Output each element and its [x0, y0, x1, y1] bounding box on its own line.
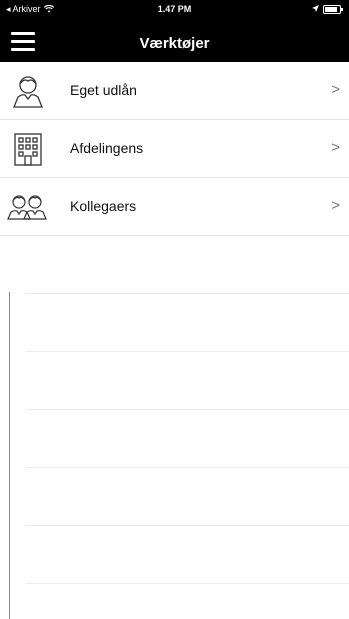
empty-row: [26, 526, 349, 584]
item-label: Eget udlån: [70, 82, 137, 98]
empty-row: [26, 410, 349, 468]
people-icon: [6, 189, 48, 225]
empty-row: [26, 236, 349, 294]
list-item-kollegaers[interactable]: Kollegaers >: [0, 178, 349, 236]
item-label: Afdelingens: [70, 140, 144, 156]
empty-row: [26, 468, 349, 526]
empty-row: [26, 294, 349, 352]
chevron-right-icon: >: [331, 139, 340, 156]
navigation-bar: Værktøjer: [0, 20, 349, 62]
battery-icon: [323, 4, 343, 14]
building-icon: [10, 131, 46, 167]
empty-row: [26, 352, 349, 410]
list-item-eget-udlan[interactable]: Eget udlån >: [0, 62, 349, 120]
page-title: Værktøjer: [139, 35, 210, 52]
item-label: Kollegaers: [70, 198, 137, 214]
tools-list: Eget udlån > Afdelingens > Kollegaers >: [0, 62, 349, 584]
location-arrow-icon: [312, 4, 319, 14]
top-bar: ◂ Arkiver 1.47 PM Værktøjer: [0, 0, 349, 62]
list-item-afdelingens[interactable]: Afdelingens >: [0, 120, 349, 178]
chevron-right-icon: >: [331, 197, 340, 214]
status-indicators: [312, 4, 343, 14]
status-time: 1.47 PM: [157, 4, 192, 14]
person-icon: [10, 73, 46, 109]
status-bar: ◂ Arkiver 1.47 PM: [0, 0, 349, 18]
chevron-right-icon: >: [331, 81, 340, 98]
divider: [9, 292, 10, 619]
